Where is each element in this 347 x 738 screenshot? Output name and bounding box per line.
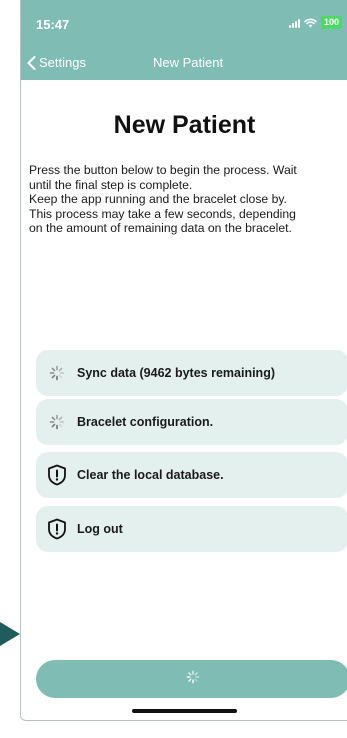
app-header: 15:47 100 Settings New Patient	[21, 0, 347, 80]
spinner-icon	[46, 362, 68, 384]
step-label: Sync data (9462 bytes remaining)	[77, 366, 275, 380]
status-icons: 100	[288, 16, 342, 29]
page: 15:47 100 Settings New Patient New Patie…	[0, 0, 347, 738]
step-label: Clear the local database.	[77, 468, 224, 482]
nav-title: New Patient	[153, 55, 224, 70]
nav-bar: Settings New Patient	[21, 52, 347, 74]
spinner-icon	[186, 670, 200, 689]
status-bar: 15:47 100	[21, 14, 347, 34]
shield-exclamation-icon	[46, 464, 68, 486]
intro-line: Keep the app running and the bracelet cl…	[29, 192, 287, 206]
step-sync-data: Sync data (9462 bytes remaining)	[36, 350, 347, 396]
step-bracelet-configuration: Bracelet configuration.	[36, 399, 347, 445]
step-log-out: Log out	[36, 506, 347, 552]
phone-screen: 15:47 100 Settings New Patient New Patie…	[20, 0, 347, 721]
back-button-label: Settings	[39, 55, 86, 70]
chevron-left-icon	[27, 55, 36, 70]
back-button[interactable]: Settings	[27, 55, 86, 70]
home-indicator	[132, 709, 237, 713]
page-title: New Patient	[113, 111, 256, 139]
wifi-icon	[304, 18, 317, 28]
step-clear-database: Clear the local database.	[36, 452, 347, 498]
spinner-icon	[46, 411, 68, 433]
intro-line: This process may take a few seconds, dep…	[29, 206, 296, 221]
battery-indicator: 100	[320, 16, 342, 29]
step-label: Bracelet configuration.	[77, 415, 214, 429]
status-time: 15:47	[36, 17, 70, 32]
intro-line: until the final step is complete.	[29, 177, 193, 192]
step-label: Log out	[77, 522, 123, 536]
intro-text: Press the button below to begin the proc…	[29, 163, 347, 236]
intro-line: Press the button below to begin the proc…	[29, 163, 297, 177]
annotation-arrow-icon	[0, 622, 20, 646]
signal-icon	[288, 18, 300, 28]
intro-line: on the amount of remaining data on the b…	[29, 221, 292, 235]
start-process-button[interactable]	[36, 660, 347, 698]
shield-exclamation-icon	[46, 518, 68, 540]
